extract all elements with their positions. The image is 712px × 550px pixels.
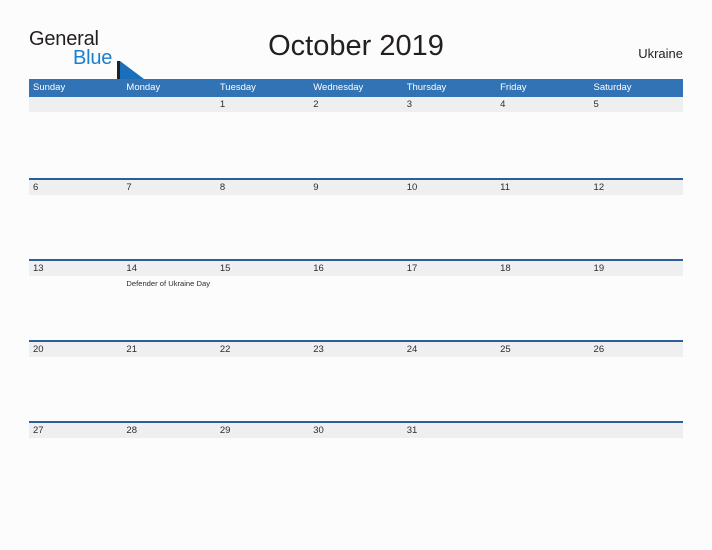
calendar-day-cell[interactable]: 1: [216, 97, 309, 176]
calendar-day-cell[interactable]: 26: [590, 342, 683, 421]
calendar-day-cell[interactable]: 2: [309, 97, 402, 176]
day-number: 13: [33, 263, 44, 274]
weekday-header-tuesday: Tuesday: [219, 82, 256, 93]
day-number: 9: [313, 182, 319, 193]
calendar-weeks: 1 2 3 4 5 6 7 8 9 10 11 12 13 14 Defender of Ukraine D…: [29, 97, 683, 502]
calendar-day-cells: 27 28 29 30 31: [29, 423, 683, 502]
calendar-day-cell[interactable]: 28: [122, 423, 215, 502]
day-number: 23: [313, 344, 324, 355]
day-number: 22: [219, 344, 231, 355]
day-number: 7: [126, 182, 132, 193]
day-number: 15: [219, 263, 231, 274]
calendar-day-cell-empty: [122, 97, 215, 176]
weekday-header-saturday: Saturday: [593, 82, 632, 93]
day-number: 14: [126, 263, 137, 274]
calendar-day-cell[interactable]: 17: [403, 261, 496, 340]
calendar-day-cell[interactable]: 16: [309, 261, 402, 340]
calendar-day-cell[interactable]: 3: [403, 97, 496, 176]
day-number: 30: [313, 425, 324, 436]
calendar-day-cell[interactable]: 20: [29, 342, 122, 421]
weekday-header-friday: Friday: [500, 82, 527, 93]
calendar-day-cell[interactable]: 9: [309, 180, 402, 259]
calendar-day-cell[interactable]: 25: [496, 342, 589, 421]
calendar-day-cell[interactable]: 21: [122, 342, 215, 421]
day-number: 25: [500, 344, 511, 355]
calendar-day-cell[interactable]: 13: [29, 261, 122, 340]
day-number: 18: [500, 263, 511, 274]
calendar-day-cell[interactable]: 23: [309, 342, 402, 421]
day-number: 1: [219, 99, 226, 110]
calendar-day-cell[interactable]: 24: [403, 342, 496, 421]
country-label: Ukraine: [638, 46, 683, 61]
page-header: General Blue October 2019 Ukraine: [0, 0, 712, 82]
day-number: 12: [593, 182, 605, 193]
day-number: 2: [313, 99, 319, 110]
calendar-day-cell[interactable]: 12: [590, 180, 683, 259]
calendar-day-cell[interactable]: 8: [216, 180, 309, 259]
day-number: 5: [593, 99, 599, 110]
calendar-week-row: 1 2 3 4 5: [29, 97, 683, 178]
day-number: 28: [126, 425, 137, 436]
day-number: 20: [33, 344, 44, 355]
day-number: 16: [313, 263, 324, 274]
day-number: 11: [500, 182, 510, 193]
day-number: 3: [406, 99, 412, 110]
day-number: 24: [406, 344, 418, 355]
day-number: 19: [593, 263, 605, 274]
page-title: October 2019: [268, 30, 444, 62]
calendar-day-cell[interactable]: 14 Defender of Ukraine Day: [122, 261, 215, 340]
calendar-week-row: 27 28 29 30 31: [29, 421, 683, 502]
calendar-day-cells: 13 14 Defender of Ukraine Day 15 16 17 18 19: [29, 261, 683, 340]
calendar-day-cell-empty: [496, 423, 589, 502]
calendar-day-cell[interactable]: 11: [496, 180, 589, 259]
calendar-day-cell-empty: [29, 97, 122, 176]
day-number: 17: [406, 263, 418, 274]
calendar-day-cell[interactable]: 22: [216, 342, 309, 421]
calendar-week-row: 13 14 Defender of Ukraine Day 15 16 17 18 19: [29, 259, 683, 340]
calendar-week-row: 20 21 22 23 24 25 26: [29, 340, 683, 421]
day-number: 21: [126, 344, 137, 355]
day-number: 10: [406, 182, 418, 193]
calendar-day-cell[interactable]: 5: [590, 97, 683, 176]
day-event-label: Defender of Ukraine Day: [126, 279, 210, 288]
calendar-day-cell[interactable]: 29: [216, 423, 309, 502]
calendar-day-cell[interactable]: 15: [216, 261, 309, 340]
calendar-day-cell[interactable]: 7: [122, 180, 215, 259]
weekday-header-monday: Monday: [126, 82, 161, 93]
calendar-day-cells: 20 21 22 23 24 25 26: [29, 342, 683, 421]
calendar-day-cell[interactable]: 27: [29, 423, 122, 502]
weekday-header-sunday: Sunday: [33, 82, 66, 93]
day-number: 4: [500, 99, 506, 110]
calendar-day-cell[interactable]: 18: [496, 261, 589, 340]
calendar-day-cell[interactable]: 31: [403, 423, 496, 502]
calendar-day-cell[interactable]: 6: [29, 180, 122, 259]
calendar-day-cells: 1 2 3 4 5: [29, 97, 683, 176]
calendar-day-cell-empty: [590, 423, 683, 502]
calendar-grid: Sunday Monday Tuesday Wednesday Thursday…: [29, 79, 683, 502]
calendar-day-cell[interactable]: 30: [309, 423, 402, 502]
day-number: 26: [593, 344, 605, 355]
calendar-day-cell[interactable]: 19: [590, 261, 683, 340]
weekday-header-thursday: Thursday: [406, 82, 447, 93]
day-number: 27: [33, 425, 44, 436]
day-number: 29: [219, 425, 231, 436]
weekday-header-wednesday: Wednesday: [313, 82, 364, 93]
calendar-week-row: 6 7 8 9 10 11 12: [29, 178, 683, 259]
calendar-day-cell[interactable]: 10: [403, 180, 496, 259]
day-number: 31: [406, 425, 418, 436]
calendar-day-cells: 6 7 8 9 10 11 12: [29, 180, 683, 259]
weekday-header-row: Sunday Monday Tuesday Wednesday Thursday…: [29, 79, 683, 97]
day-number: 8: [219, 182, 226, 193]
day-number: 6: [33, 182, 39, 193]
calendar-day-cell[interactable]: 4: [496, 97, 589, 176]
